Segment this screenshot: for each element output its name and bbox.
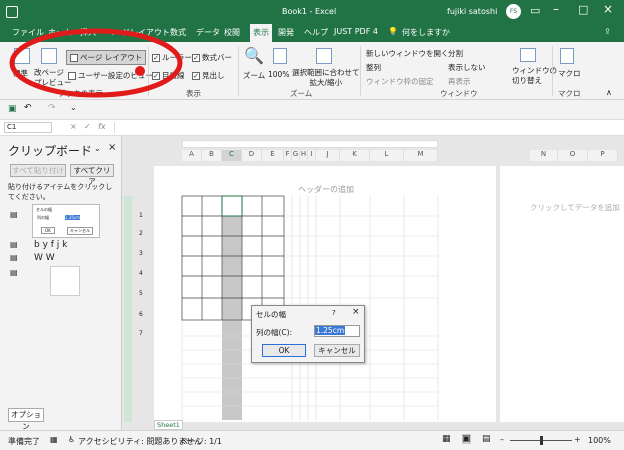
- sheet-stat-icon: ▦: [50, 435, 58, 444]
- dialog-close-button[interactable]: ×: [352, 307, 360, 317]
- normal-view-status-icon[interactable]: ▦: [442, 434, 451, 444]
- zoom-out-button[interactable]: –: [500, 435, 504, 444]
- column-width-input[interactable]: 1.25cm: [314, 325, 360, 337]
- zoom-slider-thumb[interactable]: [540, 436, 543, 445]
- page-layout-status-icon[interactable]: ▣: [462, 434, 471, 444]
- status-bar: 準備完了 ▦ ♿ アクセシビリティ: 問題ありません ページ: 1/1 ▦ ▣ …: [0, 430, 624, 450]
- accessibility-icon[interactable]: ♿: [68, 435, 75, 444]
- selected-column-c: [222, 216, 242, 420]
- dialog-title: セルの幅: [256, 310, 286, 319]
- dialog-cancel-button[interactable]: キャンセル: [314, 344, 360, 357]
- sheet-tab-sheet1[interactable]: Sheet1: [154, 420, 183, 430]
- page-break-status-icon[interactable]: ▤: [482, 434, 491, 444]
- column-width-label: 列の幅(C):: [256, 328, 293, 337]
- zoom-in-button[interactable]: +: [574, 435, 581, 444]
- column-width-dialog: セルの幅 ? × 列の幅(C): 1.25cm OK キャンセル: [251, 305, 365, 363]
- zoom-level[interactable]: 100%: [588, 436, 611, 445]
- dialog-help-button[interactable]: ?: [332, 309, 336, 317]
- cell-grid[interactable]: [0, 0, 624, 450]
- status-ready: 準備完了: [8, 437, 40, 446]
- page-count: ページ: 1/1: [180, 437, 222, 446]
- column-width-value: 1.25cm: [315, 326, 346, 335]
- active-cell-c1: [221, 195, 243, 217]
- dialog-ok-button[interactable]: OK: [262, 344, 306, 357]
